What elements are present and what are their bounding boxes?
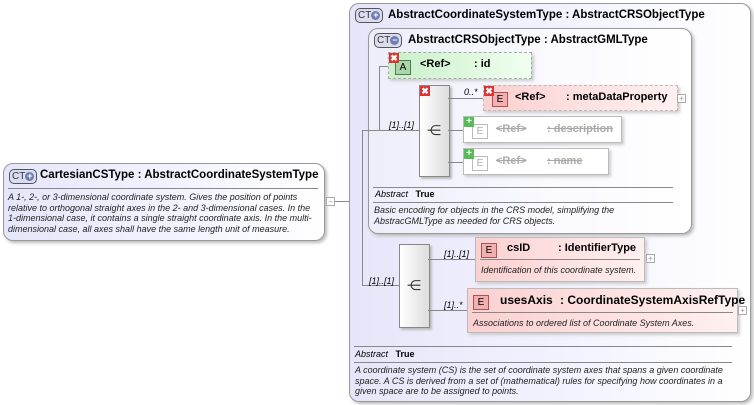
added-icon: + [464,117,474,127]
element-badge: E [492,92,508,107]
type-description: A coordinate system (CS) is the set of c… [355,365,723,396]
type-title: AbstractCRSObjectType : AbstractGMLType [408,34,648,46]
connector [448,98,483,99]
element-ref: <Ref> [496,123,527,135]
connector [448,162,463,163]
element-name: : name [547,155,583,167]
type-description: A 1-, 2-, or 3-dimensional coordinate sy… [8,192,312,234]
attribute-ref: <Ref> [420,58,451,70]
expand-button[interactable]: + [677,94,686,103]
element-name: csID [507,242,531,254]
sequence-icon: ⋲ [407,277,421,293]
element-ref: <Ref> [515,91,546,103]
multiplicity: [1]..[1] [369,276,395,286]
divider [354,362,732,363]
element-ref: <Ref> [496,155,527,167]
expand-icon: + [25,170,35,181]
connector [362,130,419,131]
complex-type-badge: CT + [9,169,38,184]
type-description: Basic encoding for objects in the CRS mo… [374,205,615,226]
type-title: AbstractCoordinateSystemType : AbstractC… [388,9,705,21]
cartesian-cs-type-box[interactable]: CT + CartesianCSType : AbstractCoordinate… [3,163,325,241]
multiplicity: 0..* [464,87,478,97]
sequence-icon: ⋲ [427,122,441,138]
element-usesaxis[interactable]: E usesAxis : CoordinateSystemAxisRefType… [467,288,745,333]
attribute-id[interactable]: A <Ref> : id [388,52,532,79]
element-name: usesAxis [500,293,553,307]
expand-icon: + [371,9,381,20]
sequence-compositor[interactable]: ⋲ [399,244,430,328]
abstract-row: Abstract True [375,189,435,199]
divider [480,259,640,260]
connector [448,130,463,131]
prohibited-icon: ✖ [420,86,430,96]
element-type: : IdentifierType [558,242,637,254]
prohibited-icon: ✖ [389,53,399,63]
element-type: : CoordinateSystemAxisRefType [560,293,746,307]
multiplicity: [1]..[1] [444,249,470,259]
divider [373,202,673,203]
divider [373,187,673,188]
element-description: Identification of this coordinate system… [481,265,637,275]
type-title: CartesianCSType : AbstractCoordinateSyst… [40,169,319,181]
complex-type-badge: CT − [374,33,403,48]
divider [354,346,732,347]
element-badge: E [481,243,497,258]
prohibited-icon: ✖ [484,86,494,96]
collapse-icon: − [390,34,400,45]
element-name-ref[interactable]: E <Ref> : name [463,148,609,175]
expand-button[interactable]: + [738,306,747,315]
connector [428,310,467,311]
element-csid[interactable]: E csID : IdentifierType Identification o… [475,237,645,282]
multiplicity: [1]..* [444,300,463,310]
element-description[interactable]: E <Ref> : description [463,116,622,143]
connector [428,259,475,260]
added-icon: + [464,149,474,159]
multiplicity: [1]..[1] [389,120,415,130]
element-name: : metaDataProperty [566,91,668,103]
sequence-compositor[interactable]: ⋲ [419,85,450,177]
connector [362,130,363,285]
divider [472,312,733,313]
collapse-button[interactable]: − [326,197,335,206]
element-badge: E [473,295,489,310]
connector [379,66,380,130]
element-metadataproperty[interactable]: E <Ref> : metaDataProperty [483,85,678,111]
expand-button[interactable]: + [646,254,655,263]
element-description: Associations to ordered list of Coordina… [473,318,695,328]
complex-type-badge: CT + [355,8,384,23]
divider [8,188,318,189]
attribute-name: : id [474,58,491,70]
element-badge: E [472,124,488,139]
abstract-row: Abstract True [355,349,415,359]
element-badge: E [472,156,488,171]
connector [335,201,350,202]
element-name: : description [547,123,614,135]
